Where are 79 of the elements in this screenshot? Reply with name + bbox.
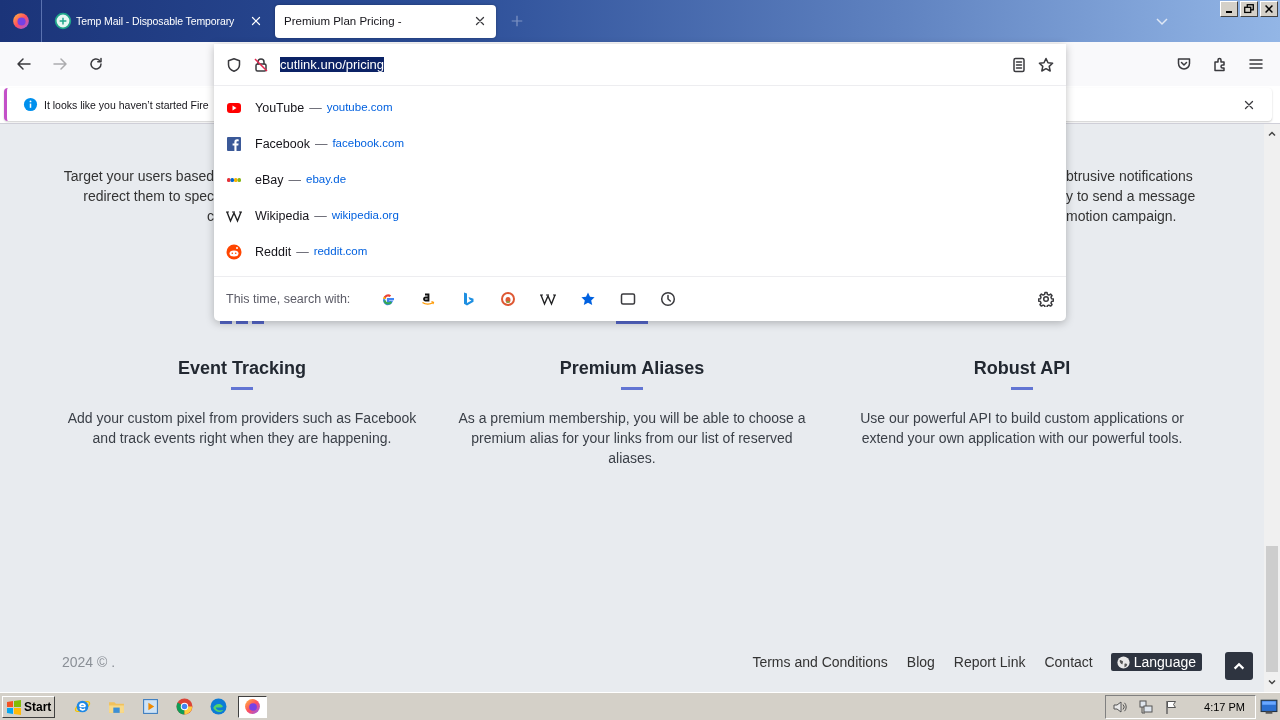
insecure-lock-icon[interactable] [253, 56, 269, 73]
browser-icon[interactable] [176, 698, 194, 715]
scrollbar-thumb[interactable] [1266, 546, 1278, 672]
title-underline [621, 387, 643, 390]
feature-description-fragment: motion campaign. [1066, 207, 1178, 226]
browser-icon[interactable] [244, 698, 262, 715]
tab-title: Temp Mail - Disposable Temporary [76, 15, 236, 27]
browser-icon[interactable] [74, 698, 92, 715]
start-button[interactable]: Start [2, 695, 56, 718]
media-player-icon[interactable] [142, 698, 160, 715]
footer-link[interactable]: Blog [906, 652, 935, 672]
feature-description-fragment: Target your users based [62, 167, 214, 186]
close-icon [1263, 3, 1275, 15]
suggestion-item[interactable]: Wikipedia — wikipedia.org [255, 209, 399, 223]
search-with-label: This time, search with: [226, 292, 351, 306]
reload-button-icon[interactable] [88, 56, 104, 72]
feature-description-fragment: c [206, 207, 214, 226]
settings-icon[interactable] [1038, 291, 1054, 307]
back-button-icon[interactable] [16, 56, 32, 72]
clock-icon[interactable] [660, 291, 677, 307]
title-underline [231, 387, 253, 390]
window-restore-button[interactable] [1240, 1, 1258, 17]
tab-title: Premium Plan Pricing - [284, 15, 403, 27]
show-desktop-icon[interactable] [1260, 697, 1278, 716]
feature-title: Event Tracking [177, 357, 307, 379]
pocket-icon[interactable] [1176, 56, 1192, 72]
tab-icon[interactable] [620, 291, 637, 307]
globe-icon [1115, 654, 1131, 670]
address-field[interactable]: cutlink.uno/pricing [280, 57, 385, 72]
footer-link[interactable]: Terms and Conditions [752, 652, 888, 672]
reader-view-icon[interactable] [1011, 56, 1027, 73]
copyright-text: 2024 © . [62, 653, 116, 672]
suggestion-item[interactable]: eBay — ebay.de [255, 173, 347, 187]
notification-text: It looks like you haven’t started Fire [44, 98, 209, 111]
volume-icon[interactable] [1112, 698, 1129, 715]
close-tab-icon[interactable] [249, 14, 263, 28]
search-engine-icon[interactable] [420, 291, 437, 307]
title-underline [1011, 387, 1033, 390]
browser-tab[interactable]: Premium Plan Pricing - [275, 4, 496, 38]
footer-link[interactable]: Contact [1044, 652, 1093, 672]
window-close-button[interactable] [1260, 1, 1278, 17]
restore-icon [1243, 3, 1255, 15]
feature-title: Robust API [973, 357, 1071, 379]
network-icon[interactable] [1138, 698, 1155, 715]
shield-icon[interactable] [226, 56, 242, 73]
taskbar-window-button[interactable] [238, 695, 268, 718]
feature-title: Premium Aliases [559, 357, 705, 379]
feature-description-fragment: y to send a message [1066, 187, 1197, 206]
site-favicon-icon [226, 100, 242, 116]
clock-text: 4:17 PM [1204, 700, 1245, 713]
feature-description: Use our powerful API to build custom applications or extend your own application with our powerful tools. [859, 409, 1185, 448]
info-icon [23, 97, 38, 112]
menu-icon[interactable] [1248, 56, 1264, 72]
windows-logo-icon [6, 698, 22, 715]
feature-description-fragment: redirect them to spec [82, 187, 214, 206]
footer-link[interactable]: Report Link [953, 652, 1026, 672]
firefox-logo-icon[interactable] [11, 12, 30, 30]
site-favicon-icon [226, 208, 242, 224]
feature-description: Add your custom pixel from providers such as Facebook and track events right when they are happening. [66, 409, 418, 448]
extensions-icon[interactable] [1212, 56, 1228, 72]
suggestion-item[interactable]: YouTube — youtube.com [255, 101, 393, 115]
star-icon[interactable] [580, 291, 597, 307]
site-favicon-icon [54, 12, 72, 30]
site-favicon-icon [226, 136, 242, 152]
scrollbar[interactable] [1264, 124, 1280, 692]
feature-description-fragment: btrusive notifications [1066, 167, 1194, 186]
language-button[interactable]: Language [1110, 653, 1202, 671]
browser-tab[interactable]: Temp Mail - Disposable Temporary [48, 4, 269, 38]
feature-description: As a premium membership, you will be able to choose a premium alias for your links from our list of reserved aliases. [457, 409, 807, 468]
back-to-top-button[interactable] [1225, 652, 1253, 680]
window-minimize-button[interactable] [1220, 1, 1238, 17]
close-tab-icon[interactable] [473, 14, 487, 28]
bookmark-star-icon[interactable] [1038, 56, 1054, 73]
suggestion-item[interactable]: Facebook — facebook.com [255, 137, 404, 151]
search-engine-icon[interactable] [540, 291, 557, 307]
site-favicon-icon [226, 244, 242, 260]
minimize-icon [1226, 11, 1232, 13]
suggestion-item[interactable]: Reddit — reddit.com [255, 245, 368, 259]
browser-icon[interactable] [210, 698, 228, 715]
